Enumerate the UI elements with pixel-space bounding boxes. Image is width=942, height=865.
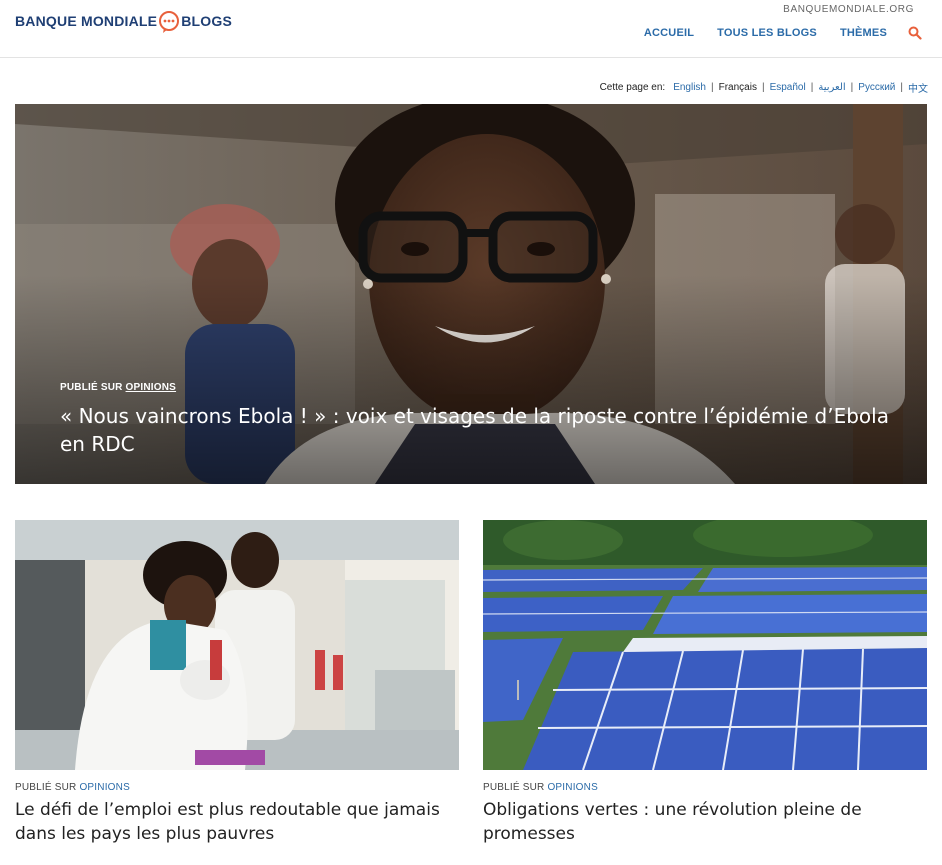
article-card[interactable]: PUBLIÉ SUR OPINIONS Obligations vertes :… — [483, 520, 927, 846]
card-published-on: PUBLIÉ SUR OPINIONS — [15, 782, 459, 793]
card-category-link[interactable]: OPINIONS — [79, 782, 130, 793]
main-nav: ACCUEIL TOUS LES BLOGS THÈMES — [621, 26, 922, 40]
card-title[interactable]: Le défi de l’emploi est plus redoutable … — [15, 798, 459, 846]
lang-separator: | — [711, 82, 714, 93]
logo-text-banque-mondiale: BANQUE MONDIALE — [15, 13, 158, 29]
card-published-on: PUBLIÉ SUR OPINIONS — [483, 782, 927, 793]
published-prefix: PUBLIÉ SUR — [60, 382, 126, 393]
hero-published-on: PUBLIÉ SUR OPINIONS — [60, 382, 176, 393]
hero-category-link[interactable]: OPINIONS — [126, 382, 177, 393]
article-card[interactable]: PUBLIÉ SUR OPINIONS Le défi de l’emploi … — [15, 520, 459, 846]
article-image-solar[interactable] — [483, 520, 927, 770]
card-title[interactable]: Obligations vertes : une révolution plei… — [483, 798, 927, 846]
lang-arabic[interactable]: العربية — [818, 82, 845, 93]
lang-chinese[interactable]: 中文 — [908, 80, 928, 95]
lang-russian[interactable]: Русский — [858, 82, 895, 93]
hero-title[interactable]: « Nous vaincrons Ebola ! » : voix et vis… — [60, 402, 890, 458]
nav-accueil[interactable]: ACCUEIL — [644, 27, 694, 39]
language-bar: Cette page en: English | Français | Espa… — [600, 80, 928, 95]
nav-tous-les-blogs[interactable]: TOUS LES BLOGS — [717, 27, 817, 39]
published-prefix: PUBLIÉ SUR — [15, 782, 80, 793]
lang-francais: Français — [718, 82, 757, 93]
lang-english[interactable]: English — [673, 82, 706, 93]
lang-separator: | — [900, 82, 903, 93]
lang-separator: | — [850, 82, 854, 93]
card-category-link[interactable]: OPINIONS — [547, 782, 598, 793]
hero-feature[interactable]: PUBLIÉ SUR OPINIONS « Nous vaincrons Ebo… — [15, 104, 927, 484]
lang-separator: | — [810, 82, 814, 93]
lang-espanol[interactable]: Español — [770, 82, 806, 93]
site-header: BANQUE MONDIALE BLOGS BANQUEMONDIALE.ORG… — [0, 0, 942, 58]
language-label: Cette page en: — [599, 82, 666, 93]
search-icon[interactable] — [908, 26, 922, 40]
article-image-lab[interactable] — [15, 520, 459, 770]
published-prefix: PUBLIÉ SUR — [483, 782, 548, 793]
lang-separator: | — [761, 82, 765, 93]
nav-themes[interactable]: THÈMES — [840, 27, 887, 39]
site-logo[interactable]: BANQUE MONDIALE BLOGS — [15, 10, 233, 33]
worldbank-site-link[interactable]: BANQUEMONDIALE.ORG — [783, 4, 914, 15]
logo-text-blogs: BLOGS — [181, 13, 233, 29]
speech-bubble-icon — [158, 10, 180, 33]
